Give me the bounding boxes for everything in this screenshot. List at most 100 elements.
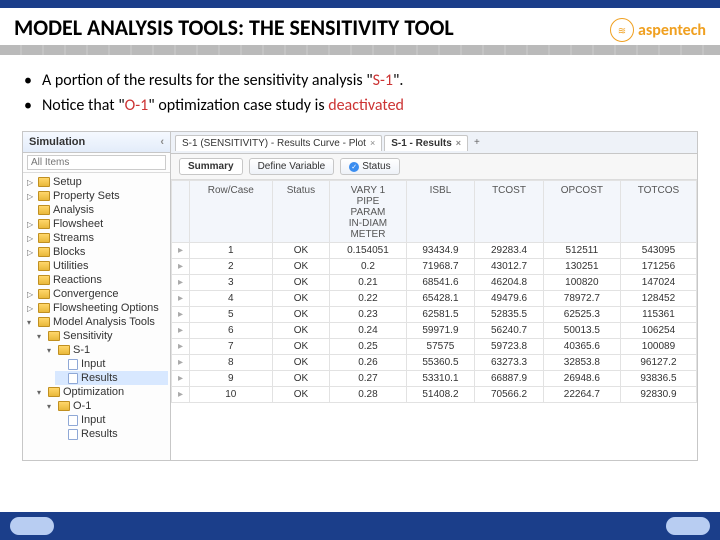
row-handle[interactable]: ▸: [172, 275, 190, 291]
tree-item[interactable]: Results: [55, 371, 168, 385]
tree-item[interactable]: ▷Property Sets: [25, 189, 168, 203]
tab-results-curve[interactable]: S-1 (SENSITIVITY) - Results Curve - Plot…: [175, 135, 382, 151]
expand-icon[interactable]: ▾: [37, 388, 45, 397]
tree-item[interactable]: Analysis: [25, 203, 168, 217]
row-handle[interactable]: ▸: [172, 339, 190, 355]
row-handle[interactable]: ▸: [172, 259, 190, 275]
add-tab-button[interactable]: +: [470, 137, 484, 148]
expand-icon[interactable]: ▷: [27, 248, 35, 257]
expand-icon[interactable]: ▷: [27, 234, 35, 243]
subtab-define-variable[interactable]: Define Variable: [249, 158, 335, 175]
col-header[interactable]: ISBL: [406, 181, 475, 243]
row-handle[interactable]: ▸: [172, 323, 190, 339]
expand-icon[interactable]: ▾: [47, 402, 55, 411]
cell: OK: [272, 275, 330, 291]
tree-item[interactable]: ▾O-1: [45, 399, 168, 413]
subtab-status[interactable]: ✓Status: [340, 158, 399, 175]
cell: OK: [272, 323, 330, 339]
tree-label: Utilities: [53, 260, 88, 272]
results-table-wrap: Row/CaseStatusVARY 1PIPEPARAMIN-DIAMMETE…: [171, 180, 697, 460]
cell: 0.27: [330, 371, 406, 387]
table-row[interactable]: ▸2OK0.271968.743012.7130251171256: [172, 259, 697, 275]
folder-icon: [38, 289, 50, 299]
folder-icon: [38, 261, 50, 271]
row-handle[interactable]: ▸: [172, 291, 190, 307]
row-handle[interactable]: ▸: [172, 355, 190, 371]
tree-label: Model Analysis Tools: [53, 316, 155, 328]
tree-label: Blocks: [53, 246, 85, 258]
tree-item[interactable]: Input: [55, 357, 168, 371]
expand-icon[interactable]: ▷: [27, 304, 35, 313]
cell: 0.23: [330, 307, 406, 323]
expand-icon[interactable]: ▷: [27, 178, 35, 187]
app-window: Simulation ‹ ▷Setup▷Property SetsAnalysi…: [22, 131, 698, 461]
tree-item[interactable]: ▷Convergence: [25, 287, 168, 301]
tree-item[interactable]: Utilities: [25, 259, 168, 273]
folder-icon: [38, 275, 50, 285]
tree-item[interactable]: ▷ Blocks: [25, 245, 168, 259]
tree-item[interactable]: Results: [55, 427, 168, 441]
tree-item[interactable]: ▷Setup: [25, 175, 168, 189]
chevron-left-icon[interactable]: ‹: [160, 136, 164, 148]
cell: 128452: [620, 291, 696, 307]
row-handle[interactable]: ▸: [172, 371, 190, 387]
tree-item[interactable]: ▾S-1: [45, 343, 168, 357]
cell: 1: [190, 243, 273, 259]
expand-icon[interactable]: ▾: [37, 332, 45, 341]
close-icon[interactable]: ×: [456, 138, 461, 148]
row-handle[interactable]: ▸: [172, 243, 190, 259]
tree-item[interactable]: ▷Flowsheet: [25, 217, 168, 231]
cell: 171256: [620, 259, 696, 275]
cell: 49479.6: [475, 291, 544, 307]
folder-icon: [48, 387, 60, 397]
cell: OK: [272, 307, 330, 323]
col-header[interactable]: OPCOST: [543, 181, 620, 243]
folder-icon: [58, 345, 70, 355]
blue-header-band: [0, 0, 720, 8]
table-row[interactable]: ▸8OK0.2655360.563273.332853.896127.2: [172, 355, 697, 371]
expand-icon[interactable]: ▾: [27, 318, 35, 327]
tree-item[interactable]: Reactions: [25, 273, 168, 287]
table-row[interactable]: ▸7OK0.255757559723.840365.6100089: [172, 339, 697, 355]
close-icon[interactable]: ×: [370, 138, 375, 148]
sidebar-header[interactable]: Simulation ‹: [23, 132, 170, 153]
tree-item[interactable]: ▾Sensitivity: [35, 329, 168, 343]
tree-item[interactable]: Input: [55, 413, 168, 427]
search-input[interactable]: [27, 155, 166, 170]
expand-icon[interactable]: ▾: [47, 346, 55, 355]
tree-item[interactable]: ▷Flowsheeting Options: [25, 301, 168, 315]
expand-icon[interactable]: ▷: [27, 220, 35, 229]
cell: 26948.6: [543, 371, 620, 387]
cell: 130251: [543, 259, 620, 275]
table-row[interactable]: ▸6OK0.2459971.956240.750013.5106254: [172, 323, 697, 339]
col-header[interactable]: TCOST: [475, 181, 544, 243]
cell: 59723.8: [475, 339, 544, 355]
tree-item[interactable]: ▾Optimization: [35, 385, 168, 399]
table-row[interactable]: ▸5OK0.2362581.552835.562525.3115361: [172, 307, 697, 323]
row-handle-header: [172, 181, 190, 243]
tree-label: Results: [81, 428, 118, 440]
subtab-summary[interactable]: Summary: [179, 158, 243, 175]
row-handle[interactable]: ▸: [172, 387, 190, 403]
tree-item[interactable]: ▾ Model Analysis Tools: [25, 315, 168, 329]
cell: 57575: [406, 339, 475, 355]
cell: 56240.7: [475, 323, 544, 339]
table-row[interactable]: ▸3OK0.2168541.646204.8100820147024: [172, 275, 697, 291]
col-header[interactable]: Status: [272, 181, 330, 243]
col-header[interactable]: TOTCOS: [620, 181, 696, 243]
folder-icon: [38, 303, 50, 313]
table-row[interactable]: ▸9OK0.2753310.166887.926948.693836.5: [172, 371, 697, 387]
tab-s1-results[interactable]: S-1 - Results ×: [384, 135, 468, 151]
col-header[interactable]: VARY 1PIPEPARAMIN-DIAMMETER: [330, 181, 406, 243]
expand-icon[interactable]: ▷: [27, 192, 35, 201]
table-row[interactable]: ▸10OK0.2851408.270566.222264.792830.9: [172, 387, 697, 403]
table-row[interactable]: ▸1OK0.15405193434.929283.4512511543095: [172, 243, 697, 259]
table-row[interactable]: ▸4OK0.2265428.149479.678972.7128452: [172, 291, 697, 307]
row-handle[interactable]: ▸: [172, 307, 190, 323]
cell: 62525.3: [543, 307, 620, 323]
col-header[interactable]: Row/Case: [190, 181, 273, 243]
expand-icon[interactable]: ▷: [27, 290, 35, 299]
folder-icon: [38, 317, 50, 327]
tree-item[interactable]: ▷Streams: [25, 231, 168, 245]
sidebar-search: [23, 153, 170, 173]
